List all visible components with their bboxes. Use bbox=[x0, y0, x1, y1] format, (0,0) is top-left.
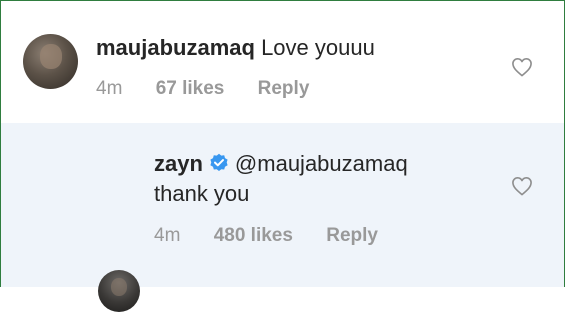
comment-line: maujabuzamaq Love youuu bbox=[96, 35, 375, 61]
avatar[interactable] bbox=[98, 270, 140, 312]
reply-button[interactable]: Reply bbox=[326, 225, 378, 246]
heart-icon[interactable] bbox=[511, 57, 533, 77]
reply-text: thank you bbox=[154, 181, 250, 206]
comment-timestamp: 4m bbox=[96, 78, 123, 99]
reply-likes-count[interactable]: 480 likes bbox=[214, 225, 293, 246]
avatar-photo bbox=[110, 277, 128, 297]
comment-likes-count[interactable]: 67 likes bbox=[156, 78, 225, 99]
reply-mention[interactable]: @maujabuzamaq bbox=[235, 151, 408, 176]
reply-item: zayn @maujabuzamaq thank you 4m 480 like… bbox=[1, 123, 564, 312]
reply-line: zayn @maujabuzamaq bbox=[154, 151, 408, 177]
reply-meta: 4m 480 likes Reply bbox=[154, 225, 406, 247]
comment-meta: 4m 67 likes Reply bbox=[96, 78, 337, 100]
verified-badge-icon bbox=[210, 153, 228, 171]
comment-item: maujabuzamaq Love youuu 4m 67 likes Repl… bbox=[1, 1, 564, 123]
reply-timestamp: 4m bbox=[154, 225, 181, 246]
comments-panel: maujabuzamaq Love youuu 4m 67 likes Repl… bbox=[0, 0, 565, 312]
comment-username[interactable]: maujabuzamaq bbox=[96, 35, 255, 60]
avatar-photo bbox=[39, 43, 62, 69]
avatar[interactable] bbox=[23, 34, 78, 89]
heart-icon[interactable] bbox=[511, 176, 533, 196]
comment-text: Love youuu bbox=[261, 35, 375, 60]
reply-username[interactable]: zayn bbox=[154, 151, 203, 176]
reply-button[interactable]: Reply bbox=[258, 78, 310, 99]
